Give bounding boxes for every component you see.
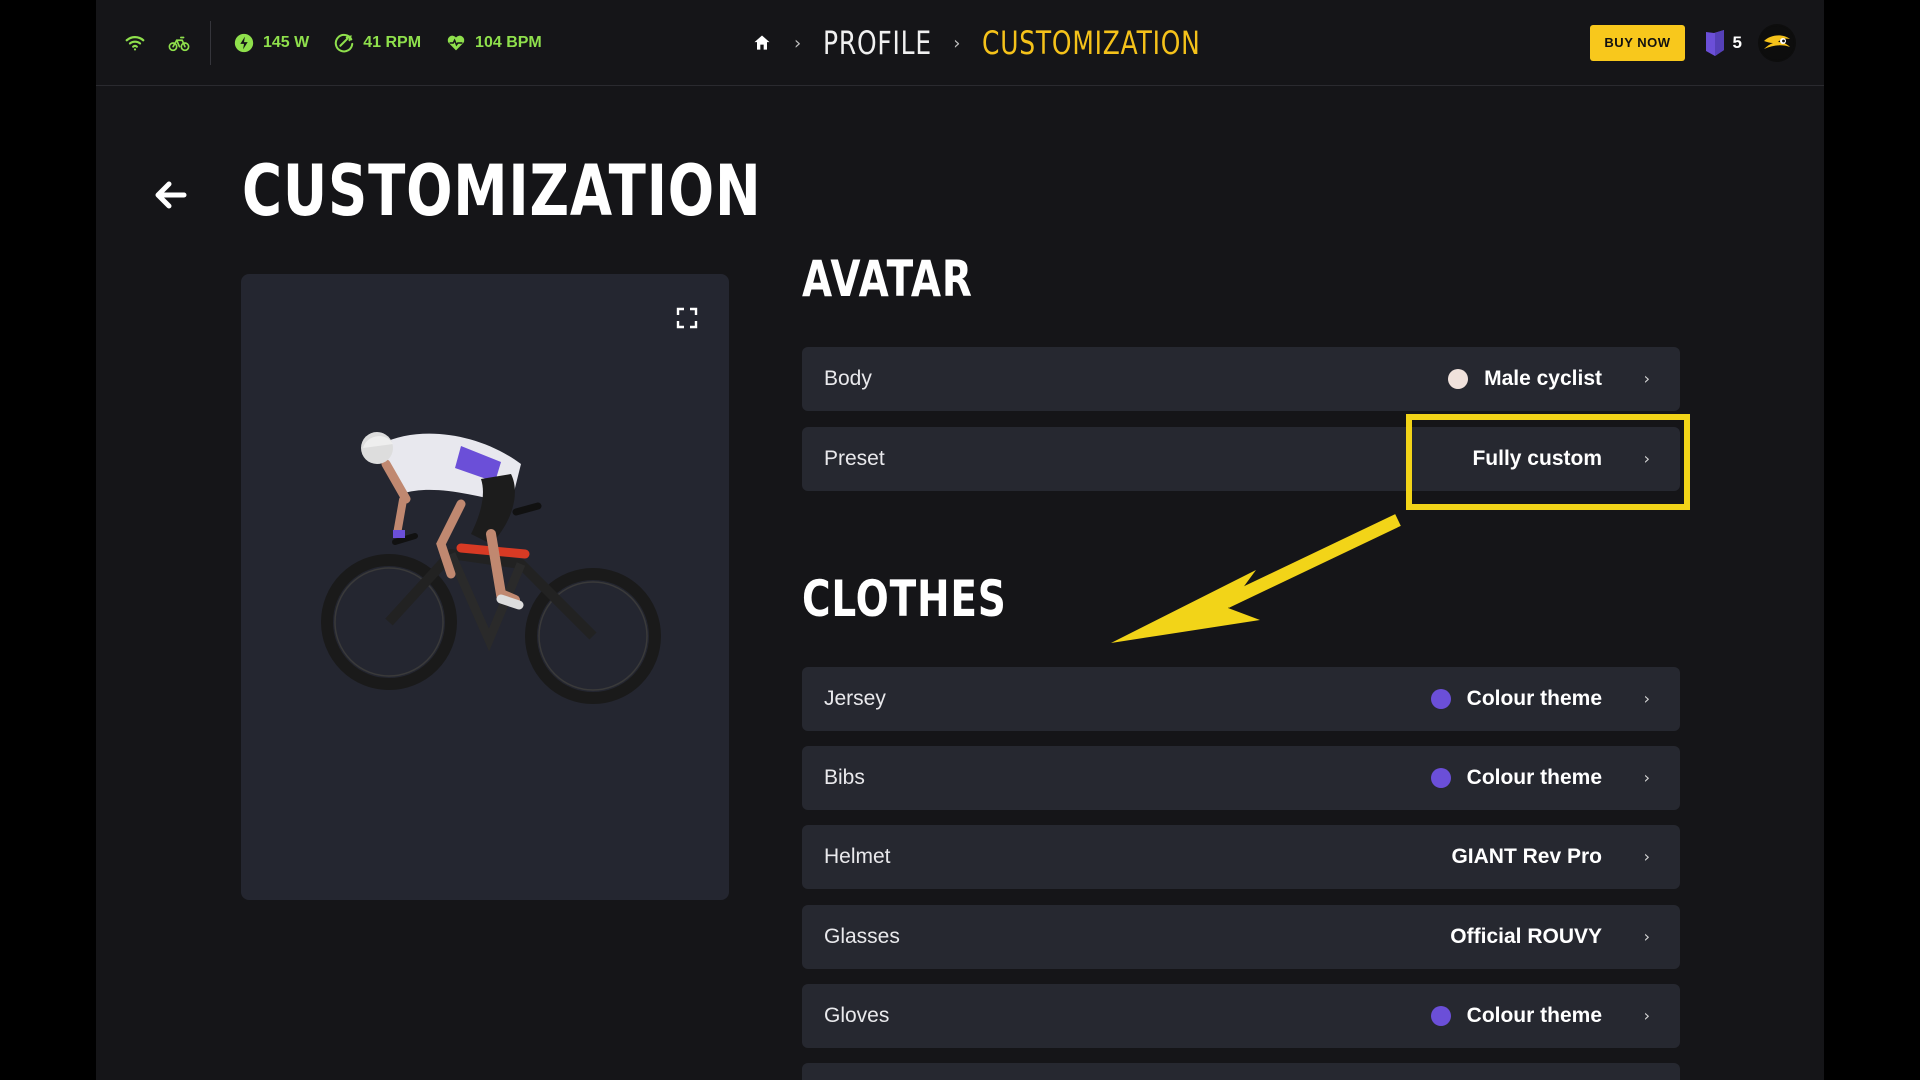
cadence-metric: 41 RPM xyxy=(333,32,421,54)
section-title-avatar: AVATAR xyxy=(802,250,973,308)
top-right-tools: BUY NOW 5 xyxy=(1590,0,1796,86)
chevron-right-icon: › xyxy=(794,32,802,54)
power-metric: 145 W xyxy=(233,32,309,54)
home-icon[interactable] xyxy=(752,33,772,53)
row-glasses[interactable]: Glasses Official ROUVY › xyxy=(802,905,1680,969)
color-swatch xyxy=(1430,1006,1451,1026)
row-value: Colour theme xyxy=(1430,746,1602,810)
annotation-arrow-icon xyxy=(1111,514,1401,643)
breadcrumb: › PROFILE › CUSTOMIZATION xyxy=(752,0,1263,86)
row-value: Male cyclist xyxy=(1448,347,1602,411)
league-badge-icon xyxy=(1705,29,1727,57)
row-value: GIANT Rev Pro xyxy=(1451,825,1602,889)
color-swatch xyxy=(1430,689,1451,709)
cyclist-avatar-image xyxy=(321,432,661,704)
row-label: Body xyxy=(824,367,872,390)
user-avatar[interactable] xyxy=(1758,24,1796,62)
avatar-preview xyxy=(241,274,729,900)
heart-rate-value: 104 BPM xyxy=(475,34,542,51)
row-label: Preset xyxy=(824,447,885,470)
row-value-text: Male cyclist xyxy=(1484,367,1602,390)
bike-icon xyxy=(168,32,190,54)
page-title: CUSTOMIZATION xyxy=(242,150,762,232)
back-arrow-icon[interactable] xyxy=(152,178,188,212)
buy-now-button[interactable]: BUY NOW xyxy=(1590,25,1685,61)
row-value-text: GIANT Rev Pro xyxy=(1451,845,1602,868)
breadcrumb-current: CUSTOMIZATION xyxy=(982,24,1202,62)
wifi-icon xyxy=(124,32,146,54)
row-value: Official ROUVY xyxy=(1450,905,1602,969)
chevron-right-icon: › xyxy=(1643,927,1650,946)
row-label: Bibs xyxy=(824,766,865,789)
power-icon xyxy=(233,32,255,54)
chevron-right-icon: › xyxy=(1643,1006,1650,1025)
row-helmet[interactable]: Helmet GIANT Rev Pro › xyxy=(802,825,1680,889)
cadence-value: 41 RPM xyxy=(363,34,422,51)
row-gloves[interactable]: Gloves Colour theme › xyxy=(802,984,1680,1048)
row-value-text: Colour theme xyxy=(1466,1004,1602,1027)
row-value: Colour theme xyxy=(1430,984,1602,1048)
row-label: Helmet xyxy=(824,845,891,868)
row-label: Jersey xyxy=(824,687,886,710)
power-value: 145 W xyxy=(263,34,310,51)
heart-rate-icon xyxy=(445,32,467,54)
section-title-clothes: CLOTHES xyxy=(802,570,1007,628)
row-label: Glasses xyxy=(824,925,900,948)
row-partial[interactable] xyxy=(802,1063,1680,1080)
row-bibs[interactable]: Bibs Colour theme › xyxy=(802,746,1680,810)
chevron-right-icon: › xyxy=(953,32,961,54)
highlight-box xyxy=(1406,414,1690,510)
row-value: Colour theme xyxy=(1430,667,1602,731)
top-bar: 145 W 41 RPM 104 BPM › PROFILE › CUSTOMI… xyxy=(96,0,1824,86)
row-value-text: Colour theme xyxy=(1466,766,1602,789)
row-value-text: Official ROUVY xyxy=(1450,925,1602,948)
row-body[interactable]: Body Male cyclist › xyxy=(802,347,1680,411)
chevron-right-icon: › xyxy=(1643,369,1650,388)
heart-rate-metric: 104 BPM xyxy=(445,32,542,54)
chevron-right-icon: › xyxy=(1643,847,1650,866)
badge-count: 5 xyxy=(1732,33,1742,52)
status-metrics: 145 W 41 RPM 104 BPM xyxy=(124,0,566,86)
color-swatch xyxy=(1430,768,1451,788)
app-frame: 145 W 41 RPM 104 BPM › PROFILE › CUSTOMI… xyxy=(96,0,1824,1080)
row-jersey[interactable]: Jersey Colour theme › xyxy=(802,667,1680,731)
fullscreen-icon[interactable] xyxy=(675,306,699,330)
color-swatch xyxy=(1448,369,1469,389)
breadcrumb-profile[interactable]: PROFILE xyxy=(823,24,931,62)
cadence-icon xyxy=(333,32,355,54)
divider xyxy=(210,21,211,65)
chevron-right-icon: › xyxy=(1643,689,1650,708)
chevron-right-icon: › xyxy=(1643,768,1650,787)
row-value-text: Colour theme xyxy=(1466,687,1602,710)
row-label: Gloves xyxy=(824,1004,890,1027)
